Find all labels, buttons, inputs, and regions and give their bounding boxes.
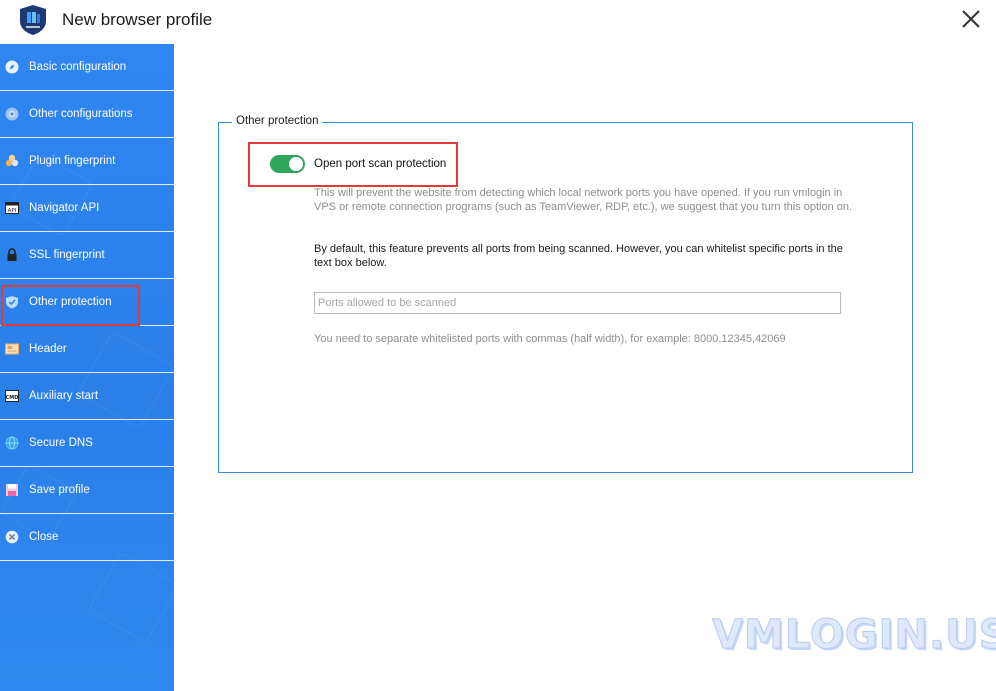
save-icon <box>4 482 20 498</box>
title-bar: New browser profile <box>0 0 996 44</box>
chrome-icon <box>4 106 20 122</box>
allowed-ports-input[interactable] <box>314 292 841 314</box>
sidebar-item-plugin-fingerprint[interactable]: Plugin fingerprint <box>0 138 174 185</box>
sidebar-item-basic-configuration[interactable]: Basic configuration <box>0 44 174 91</box>
sidebar-item-navigator-api[interactable]: API Navigator API <box>0 185 174 232</box>
plugin-icon <box>4 153 20 169</box>
sidebar-item-label: Other protection <box>29 296 112 308</box>
group-title: Other protection <box>232 115 323 127</box>
sidebar-item-close[interactable]: Close <box>0 514 174 561</box>
sidebar-item-header[interactable]: Header <box>0 326 174 373</box>
sidebar-item-secure-dns[interactable]: Secure DNS <box>0 420 174 467</box>
sidebar-item-ssl-fingerprint[interactable]: SSL fingerprint <box>0 232 174 279</box>
close-window-icon[interactable] <box>958 6 984 32</box>
svg-text:API: API <box>8 208 17 214</box>
watermark-logo: VMLOGIN.US <box>712 612 996 659</box>
app-logo-icon <box>19 4 47 36</box>
sidebar-item-label: Close <box>29 531 59 543</box>
cmd-icon: CMD <box>4 388 20 404</box>
sidebar-decoration <box>87 551 174 644</box>
window-title: New browser profile <box>62 10 213 29</box>
sidebar-item-auxiliary-start[interactable]: CMD Auxiliary start <box>0 373 174 420</box>
sidebar-item-save-profile[interactable]: Save profile <box>0 467 174 514</box>
shield-icon <box>4 294 20 310</box>
close-circle-icon <box>4 529 20 545</box>
sidebar-item-other-configurations[interactable]: Other configurations <box>0 91 174 138</box>
default-behavior-note: By default, this feature prevents all po… <box>314 243 843 269</box>
ports-format-hint: You need to separate whitelisted ports w… <box>314 333 786 345</box>
sidebar-item-label: Plugin fingerprint <box>29 155 116 167</box>
compass-icon <box>4 59 20 75</box>
sidebar-item-label: Header <box>29 343 67 355</box>
toggle-label: Open port scan protection <box>314 158 447 170</box>
api-icon: API <box>4 200 20 216</box>
sidebar-nav: Basic configuration Other configurations… <box>0 44 174 691</box>
lock-icon <box>4 247 20 263</box>
sidebar-item-label: Other configurations <box>29 108 133 120</box>
sidebar-item-other-protection[interactable]: Other protection <box>0 279 174 326</box>
sidebar-item-label: Secure DNS <box>29 437 93 449</box>
svg-text:CMD: CMD <box>6 395 19 401</box>
sidebar-item-label: Basic configuration <box>29 61 127 73</box>
sidebar-item-label: Auxiliary start <box>29 390 99 402</box>
sidebar-item-label: Navigator API <box>29 202 100 214</box>
protection-description: This will prevent the website from detec… <box>314 187 853 213</box>
port-scan-protection-toggle[interactable] <box>270 155 305 173</box>
sidebar-item-label: SSL fingerprint <box>29 249 105 261</box>
header-icon <box>4 341 20 357</box>
toggle-knob <box>289 157 303 171</box>
globe-icon <box>4 435 20 451</box>
sidebar-item-label: Save profile <box>29 484 90 496</box>
